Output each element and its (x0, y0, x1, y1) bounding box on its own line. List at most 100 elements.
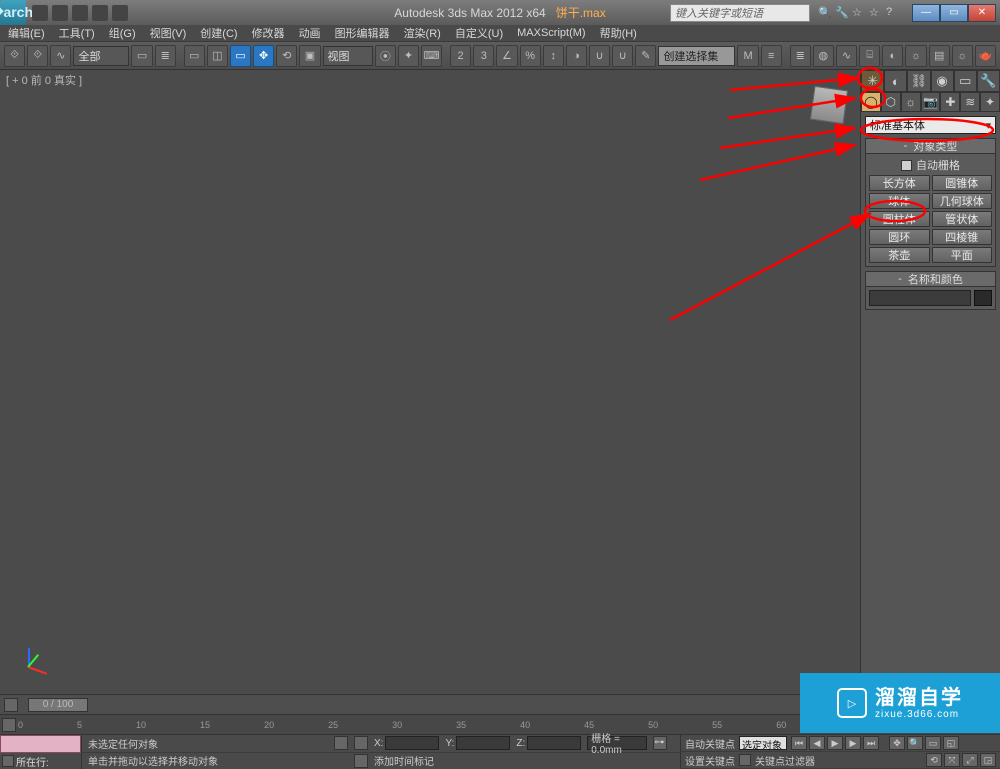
btn-sphere[interactable]: 球体 (869, 193, 930, 209)
btn-cylinder[interactable]: 圆柱体 (869, 211, 930, 227)
tab-create[interactable]: ✳ (861, 70, 884, 92)
keyfilter-button[interactable]: 关键点过滤器 (755, 753, 815, 768)
nav-fov-icon[interactable]: ▭ (925, 736, 941, 750)
menu-graph[interactable]: 图形编辑器 (331, 25, 394, 41)
setkey-button[interactable]: 设置关键点 (685, 753, 735, 768)
tab-hierarchy[interactable]: ⛓ (907, 70, 930, 92)
primitive-category-dropdown[interactable]: 标准基本体 (865, 116, 996, 134)
timeline-toggle-icon[interactable] (4, 698, 18, 712)
menu-customize[interactable]: 自定义(U) (451, 25, 507, 41)
render-frame-icon[interactable]: ▤ (929, 45, 950, 67)
percent-snap-icon[interactable]: % (520, 45, 541, 67)
subtab-shapes[interactable]: ⬡ (881, 92, 901, 112)
render-setup-icon[interactable]: ☼ (905, 45, 926, 67)
goto-end-icon[interactable]: ⏭ (863, 736, 879, 750)
x-input[interactable] (385, 736, 439, 750)
magnet-icon[interactable]: ∪ (589, 45, 610, 67)
close-button[interactable]: ✕ (968, 4, 996, 22)
goto-start-icon[interactable]: ⏮ (791, 736, 807, 750)
keyboard-icon[interactable]: ⌨ (421, 45, 442, 67)
nav-max-icon[interactable]: ◱ (943, 736, 959, 750)
qat-undo-icon[interactable] (92, 5, 108, 21)
btn-torus[interactable]: 圆环 (869, 229, 930, 245)
star-icon[interactable]: ☆ (869, 6, 883, 20)
teapot-icon[interactable]: 🫖 (975, 45, 996, 67)
lock-selection-icon[interactable] (354, 754, 368, 768)
subtab-geometry[interactable]: ◯ (861, 92, 881, 112)
edged-faces-icon[interactable]: ◑ (566, 45, 587, 67)
align-icon[interactable]: ≡ (761, 45, 782, 67)
select-icon[interactable]: ▭ (131, 45, 152, 67)
qat-redo-icon[interactable] (112, 5, 128, 21)
prev-frame-icon[interactable]: ◀ (809, 736, 825, 750)
material-editor-icon[interactable]: ◐ (882, 45, 903, 67)
menu-modifiers[interactable]: 修改器 (248, 25, 289, 41)
scale-icon[interactable]: ▣ (299, 45, 320, 67)
subtab-lights[interactable]: ☼ (901, 92, 921, 112)
tab-utilities[interactable]: 🔧 (977, 70, 1000, 92)
maximize-button[interactable]: ▭ (940, 4, 968, 22)
btn-box[interactable]: 长方体 (869, 175, 930, 191)
window-crossing-icon[interactable]: ◫ (207, 45, 228, 67)
search-icon[interactable]: 🔍 (818, 6, 832, 20)
menu-maxscript[interactable]: MAXScript(M) (513, 27, 589, 39)
tab-display[interactable]: ▭ (954, 70, 977, 92)
unlink-icon[interactable]: ⟐ (27, 45, 48, 67)
object-color-swatch[interactable] (974, 290, 992, 306)
manip-icon[interactable]: ✦ (398, 45, 419, 67)
app-icon[interactable]: �archi (0, 0, 26, 25)
nav-zoom2-icon[interactable]: ⤢ (962, 753, 978, 767)
menu-help[interactable]: 帮助(H) (596, 25, 641, 41)
layers-icon[interactable]: ≣ (790, 45, 811, 67)
ref-coord-combo[interactable]: 视图 (323, 46, 373, 66)
qat-open-icon[interactable] (52, 5, 68, 21)
subtab-cameras[interactable]: 📷 (921, 92, 941, 112)
menu-render[interactable]: 渲染(R) (400, 25, 445, 41)
time-slider-handle[interactable]: 0 / 100 (28, 698, 88, 712)
pencil-icon[interactable]: ✎ (635, 45, 656, 67)
minimize-button[interactable]: — (912, 4, 940, 22)
viewcube[interactable] (810, 86, 848, 124)
nav-max2-icon[interactable]: ◲ (980, 753, 996, 767)
setkey-icon[interactable] (739, 754, 751, 766)
tab-modify[interactable]: ◐ (884, 70, 907, 92)
rollout-object-type[interactable]: 对象类型 (865, 138, 996, 154)
rect-region-icon[interactable]: ▭ (184, 45, 205, 67)
move-icon[interactable]: ✥ (253, 45, 274, 67)
keymode-dropdown[interactable]: 选定对象 (739, 736, 787, 750)
menu-group[interactable]: 组(G) (105, 25, 140, 41)
trackbar-mini-icon[interactable] (2, 718, 16, 732)
help-search-input[interactable]: 键入关键字或短语 (670, 4, 810, 22)
help-icon[interactable]: ? (886, 6, 900, 20)
schematic-icon[interactable]: ⌸ (859, 45, 880, 67)
menu-views[interactable]: 视图(V) (146, 25, 191, 41)
bind-icon[interactable]: ∿ (50, 45, 71, 67)
qat-save-icon[interactable] (72, 5, 88, 21)
mirror-icon[interactable]: M (737, 45, 758, 67)
menu-edit[interactable]: 编辑(E) (4, 25, 49, 41)
btn-plane[interactable]: 平面 (932, 247, 993, 263)
btn-pyramid[interactable]: 四棱锥 (932, 229, 993, 245)
rotate-icon[interactable]: ⟲ (276, 45, 297, 67)
pivot-icon[interactable]: ⦿ (375, 45, 396, 67)
add-time-tag[interactable]: 添加时间标记 (374, 753, 434, 768)
spinner-snap-icon[interactable]: ↕ (543, 45, 564, 67)
magnet2-icon[interactable]: ∪ (612, 45, 633, 67)
snap-2d-icon[interactable]: 2 (450, 45, 471, 67)
key-icon[interactable]: ⊶ (653, 736, 667, 750)
curve-editor-icon[interactable]: ∿ (836, 45, 857, 67)
subtab-helpers[interactable]: ✚ (940, 92, 960, 112)
isolate-icon[interactable] (354, 736, 368, 750)
play-icon[interactable]: ▶ (827, 736, 843, 750)
z-input[interactable] (527, 736, 581, 750)
btn-cone[interactable]: 圆锥体 (932, 175, 993, 191)
menu-tools[interactable]: 工具(T) (55, 25, 99, 41)
link-icon[interactable]: ⟐ (4, 45, 25, 67)
script-mini-listener[interactable] (0, 735, 81, 753)
snap-3d-icon[interactable]: 3 (473, 45, 494, 67)
menu-create[interactable]: 创建(C) (196, 25, 241, 41)
lock-icon[interactable] (334, 736, 348, 750)
autogrid-checkbox[interactable] (901, 160, 912, 171)
viewport[interactable]: [ + 0 前 0 真实 ] (0, 70, 860, 694)
qat-new-icon[interactable] (32, 5, 48, 21)
